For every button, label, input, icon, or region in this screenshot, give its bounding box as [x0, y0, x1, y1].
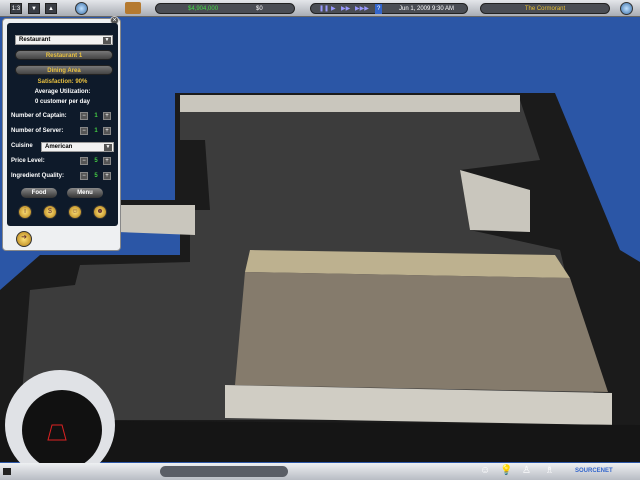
game-speed-button[interactable]: 1:3: [10, 3, 22, 14]
side-wall-left: [118, 205, 195, 235]
quality-value: 5: [94, 173, 98, 179]
captain-minus-button[interactable]: −: [80, 112, 88, 120]
carpet-floor[interactable]: [235, 272, 608, 392]
info-icon[interactable]: [75, 2, 88, 15]
area-selector[interactable]: Dining Area: [15, 65, 113, 75]
floor-up-button[interactable]: ▲: [45, 3, 57, 14]
utilization-value: 0 customer per day: [34, 99, 91, 105]
category-value: Restaurant: [19, 37, 51, 43]
server-minus-button[interactable]: −: [80, 127, 88, 135]
menu-button[interactable]: Menu: [67, 188, 103, 198]
play-button[interactable]: ▶: [331, 4, 336, 14]
finance-coin-icon[interactable]: $: [43, 205, 57, 219]
price-minus-button[interactable]: −: [80, 157, 88, 165]
exit-panel-icon[interactable]: ➜: [16, 231, 32, 247]
date-time: Jun 1, 2009 9:30 AM: [399, 6, 455, 12]
satisfaction: Satisfaction: 90%: [37, 79, 88, 85]
fast-button[interactable]: ▶▶: [341, 4, 350, 14]
captain-value: 1: [94, 113, 98, 119]
console-icon[interactable]: [3, 468, 11, 475]
back-wall: [180, 95, 520, 112]
income-value: $0: [256, 6, 263, 12]
server-value: 1: [94, 128, 98, 134]
price-value: 5: [94, 158, 98, 164]
restaurant-selector[interactable]: Restaurant 1: [15, 50, 113, 60]
price-label: Price Level:: [11, 158, 45, 164]
quality-label: Ingredient Quality:: [11, 173, 65, 179]
brand-watermark: SOURCENET: [575, 468, 613, 474]
fastest-button[interactable]: ▶▶▶: [355, 4, 369, 14]
top-bar: 1:3 ▼ ▲ $4,904,000 $0 ❚❚ ▶ ▶▶ ▶▶▶ ? Jun …: [0, 0, 640, 17]
lightbulb-icon[interactable]: 💡: [500, 465, 512, 476]
cuisine-label: Cuisine: [11, 143, 33, 149]
floor-down-button[interactable]: ▼: [28, 3, 40, 14]
cuisine-value: American: [45, 144, 73, 150]
info-coin-icon[interactable]: i: [18, 205, 32, 219]
pause-button[interactable]: ❚❚: [319, 4, 329, 14]
restaurant-name[interactable]: The Cormorant: [480, 3, 610, 14]
chevron-down-icon: ▼: [104, 144, 112, 151]
server-plus-button[interactable]: +: [103, 127, 111, 135]
quality-plus-button[interactable]: +: [103, 172, 111, 180]
panel-content: Restaurant ▼ Restaurant 1 Dining Area Sat…: [7, 23, 118, 226]
food-button[interactable]: Food: [21, 188, 57, 198]
chevron-down-icon: ▼: [103, 37, 111, 44]
money-value: $4,904,000: [188, 6, 219, 12]
staff-coin-icon[interactable]: ☺: [68, 205, 82, 219]
category-dropdown[interactable]: Restaurant ▼: [15, 35, 113, 45]
bottom-bar: ☺ 💡 ♙ ♗ SOURCENET: [0, 463, 640, 480]
cuisine-dropdown[interactable]: American ▼: [41, 142, 114, 152]
restaurant-panel: × Restaurant ▼ Restaurant 1 Dining Area S…: [2, 16, 121, 251]
price-plus-button[interactable]: +: [103, 157, 111, 165]
captain-plus-button[interactable]: +: [103, 112, 111, 120]
quality-minus-button[interactable]: −: [80, 172, 88, 180]
time-display: ❚❚ ▶ ▶▶ ▶▶▶ ? Jun 1, 2009 9:30 AM: [310, 3, 468, 14]
minimap[interactable]: [22, 390, 102, 470]
options-icon[interactable]: [620, 2, 633, 15]
help-button[interactable]: ?: [375, 4, 383, 14]
customer-coin-icon[interactable]: ☻: [93, 205, 107, 219]
finance-display[interactable]: $4,904,000 $0: [155, 3, 295, 14]
message-bar[interactable]: [160, 466, 288, 477]
treasure-chest-icon[interactable]: [125, 2, 141, 14]
utilization-label: Average Utilization:: [34, 89, 91, 95]
server-label: Number of Server:: [11, 128, 64, 134]
captain-label: Number of Captain:: [11, 113, 67, 119]
manager-icon[interactable]: ☺: [480, 465, 490, 476]
staff-icon[interactable]: ♙: [522, 465, 531, 476]
hire-icon[interactable]: ♗: [545, 465, 554, 476]
